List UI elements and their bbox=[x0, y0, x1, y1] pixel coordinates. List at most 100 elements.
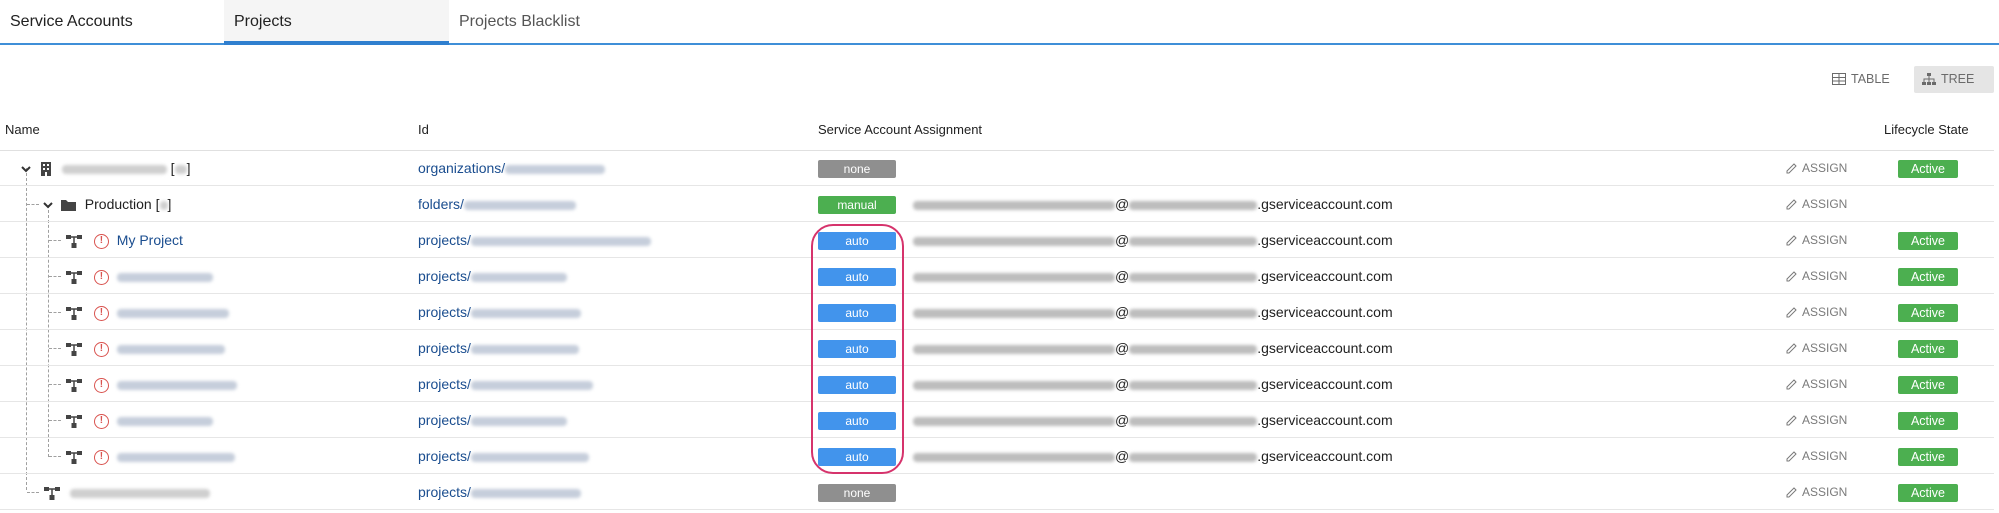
name-cell bbox=[44, 474, 210, 510]
status-badge: auto bbox=[818, 376, 896, 395]
building-icon bbox=[40, 162, 51, 177]
project-tree-icon bbox=[66, 270, 82, 284]
redacted-project-name[interactable] bbox=[116, 416, 213, 426]
account-suffix: .gserviceaccount.com bbox=[1257, 448, 1393, 464]
account-at: @ bbox=[1115, 376, 1130, 392]
id-cell[interactable]: projects/ bbox=[418, 330, 579, 366]
id-cell[interactable]: projects/ bbox=[418, 222, 651, 258]
assign-button[interactable]: ASSIGN bbox=[1786, 402, 1847, 438]
id-prefix: projects/ bbox=[418, 304, 471, 320]
redacted-account-domain bbox=[1129, 344, 1258, 354]
redacted-id bbox=[470, 488, 581, 498]
tab-bar: Service Accounts Projects Projects Black… bbox=[0, 0, 1999, 45]
assign-label: ASSIGN bbox=[1802, 233, 1848, 247]
table-view-button[interactable]: TABLE bbox=[1824, 66, 1910, 93]
id-cell[interactable]: projects/ bbox=[418, 366, 593, 402]
redacted-id bbox=[470, 452, 589, 462]
assign-label: ASSIGN bbox=[1802, 197, 1848, 211]
service-account-cell: @ .gserviceaccount.com bbox=[913, 402, 1393, 438]
lifecycle-cell: Active bbox=[1898, 438, 1958, 474]
assign-button[interactable]: ASSIGN bbox=[1786, 366, 1847, 402]
tree-view-label: TREE bbox=[1941, 72, 1975, 86]
account-suffix: .gserviceaccount.com bbox=[1257, 268, 1393, 284]
name-cell: Production [] bbox=[42, 186, 171, 222]
id-cell[interactable]: projects/ bbox=[418, 438, 589, 474]
redacted-account-domain bbox=[1129, 452, 1258, 462]
assignment-cell: none bbox=[818, 150, 896, 186]
chevron-down-icon[interactable] bbox=[20, 163, 32, 175]
redacted-project-name[interactable] bbox=[69, 488, 210, 498]
id-cell[interactable]: organizations/ bbox=[418, 150, 606, 186]
redacted-account-domain bbox=[1129, 272, 1258, 282]
name-cell: ! bbox=[66, 366, 237, 402]
name-cell: [] bbox=[20, 150, 190, 186]
lifecycle-cell: Active bbox=[1898, 402, 1958, 438]
pencil-icon bbox=[1786, 163, 1797, 174]
table-row: ! projects/ auto @ .gserviceaccount.com A… bbox=[0, 402, 1994, 438]
id-cell[interactable]: projects/ bbox=[418, 402, 567, 438]
assign-button[interactable]: ASSIGN bbox=[1786, 474, 1847, 510]
name-cell: ! bbox=[66, 258, 213, 294]
assignment-cell: auto bbox=[818, 294, 896, 330]
redacted-id bbox=[470, 308, 581, 318]
redacted-project-name[interactable] bbox=[116, 452, 235, 462]
assignment-cell: auto bbox=[818, 402, 896, 438]
id-prefix: organizations/ bbox=[418, 160, 506, 176]
lifecycle-cell: Active bbox=[1898, 150, 1958, 186]
redacted-folder-number bbox=[159, 200, 168, 210]
pencil-icon bbox=[1786, 235, 1797, 246]
account-at: @ bbox=[1115, 232, 1130, 248]
redacted-project-name[interactable] bbox=[116, 344, 225, 354]
redacted-account-user bbox=[913, 200, 1115, 210]
table-row: Production [] folders/ manual @ .gservice… bbox=[0, 186, 1994, 222]
project-name-link[interactable]: My Project bbox=[117, 232, 183, 248]
account-at: @ bbox=[1115, 448, 1130, 464]
id-cell[interactable]: folders/ bbox=[418, 186, 576, 222]
lifecycle-cell: Active bbox=[1898, 258, 1958, 294]
redacted-account-user bbox=[913, 272, 1115, 282]
lifecycle-badge: Active bbox=[1898, 412, 1958, 431]
name-cell: ! bbox=[66, 294, 229, 330]
id-prefix: projects/ bbox=[418, 376, 471, 392]
tab-projects-blacklist[interactable]: Projects Blacklist bbox=[449, 0, 679, 43]
account-suffix: .gserviceaccount.com bbox=[1257, 340, 1393, 356]
redacted-project-name[interactable] bbox=[116, 380, 237, 390]
assign-button[interactable]: ASSIGN bbox=[1786, 294, 1847, 330]
tab-service-accounts[interactable]: Service Accounts bbox=[0, 0, 224, 43]
redacted-project-name[interactable] bbox=[116, 308, 229, 318]
status-badge: auto bbox=[818, 304, 896, 323]
id-cell[interactable]: projects/ bbox=[418, 294, 581, 330]
redacted-account-domain bbox=[1129, 416, 1258, 426]
assign-label: ASSIGN bbox=[1802, 269, 1848, 283]
assign-label: ASSIGN bbox=[1802, 341, 1848, 355]
assign-button[interactable]: ASSIGN bbox=[1786, 438, 1847, 474]
redacted-id bbox=[470, 380, 593, 390]
redacted-project-name[interactable] bbox=[116, 272, 213, 282]
table-row: ! projects/ auto @ .gserviceaccount.com A… bbox=[0, 258, 1994, 294]
folder-name-bracket-close: ] bbox=[167, 196, 172, 212]
id-cell[interactable]: projects/ bbox=[418, 474, 581, 510]
tree-view-button[interactable]: TREE bbox=[1914, 66, 1994, 93]
id-cell[interactable]: projects/ bbox=[418, 258, 567, 294]
redacted-account-domain bbox=[1129, 308, 1258, 318]
assign-button[interactable]: ASSIGN bbox=[1786, 186, 1847, 222]
lifecycle-cell: Active bbox=[1898, 474, 1958, 510]
sitemap-icon bbox=[1922, 73, 1936, 85]
lifecycle-badge: Active bbox=[1898, 160, 1958, 179]
assign-button[interactable]: ASSIGN bbox=[1786, 150, 1847, 186]
redacted-id bbox=[470, 344, 579, 354]
lifecycle-cell: Active bbox=[1898, 294, 1958, 330]
warning-icon: ! bbox=[93, 449, 109, 465]
chevron-down-icon[interactable] bbox=[42, 199, 54, 211]
warning-icon: ! bbox=[93, 269, 109, 285]
assign-button[interactable]: ASSIGN bbox=[1786, 258, 1847, 294]
lifecycle-badge: Active bbox=[1898, 448, 1958, 467]
status-badge: auto bbox=[818, 268, 896, 287]
assignment-cell: auto bbox=[818, 330, 896, 366]
assign-button[interactable]: ASSIGN bbox=[1786, 222, 1847, 258]
assignment-cell: none bbox=[818, 474, 896, 510]
tab-projects[interactable]: Projects bbox=[224, 0, 449, 45]
pencil-icon bbox=[1786, 415, 1797, 426]
lifecycle-cell: Active bbox=[1898, 366, 1958, 402]
assign-button[interactable]: ASSIGN bbox=[1786, 330, 1847, 366]
